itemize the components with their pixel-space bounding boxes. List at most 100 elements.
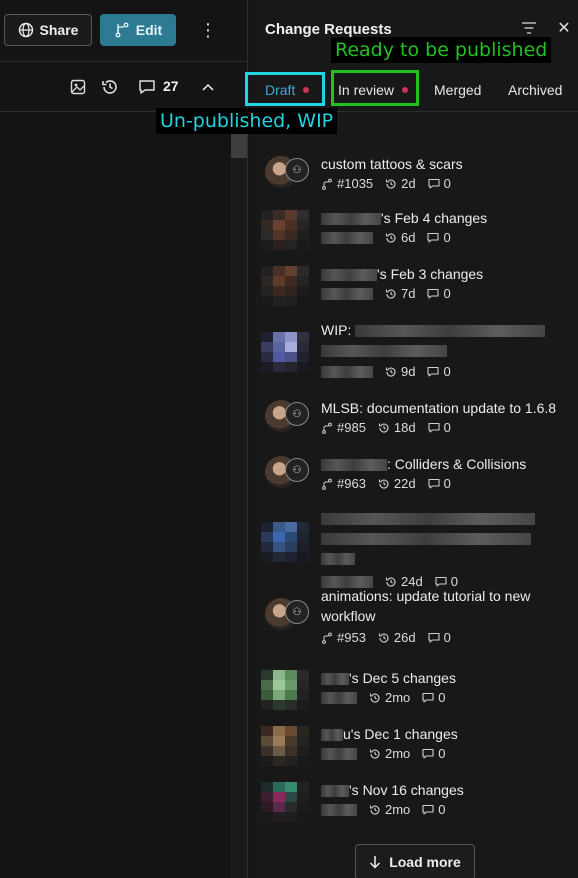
redacted-ref	[321, 691, 357, 704]
pixelated-avatar-image	[261, 726, 309, 766]
pr-number: #985	[321, 420, 366, 435]
globe-icon	[18, 22, 33, 38]
history-icon[interactable]	[99, 76, 121, 98]
more-options-icon[interactable]: ⋮	[196, 18, 220, 42]
avatar	[261, 210, 309, 250]
change-request-meta: #963 22d 0	[321, 476, 451, 491]
comment-count: 0	[427, 230, 451, 245]
change-request-badge-icon: ⚇	[285, 158, 309, 182]
share-label: Share	[39, 22, 79, 38]
change-request-badge-icon: ⚇	[285, 458, 309, 482]
change-request-meta: #953 26d 0	[321, 630, 451, 645]
tab-label: Merged	[434, 82, 482, 98]
avatar	[261, 332, 309, 372]
draft-highlight-box	[245, 72, 325, 106]
change-request-title: custom tattoos & scars	[321, 154, 571, 174]
tab-merged[interactable]: Merged	[434, 70, 481, 110]
change-request-title: WIP:	[321, 320, 571, 360]
comment-count: 0	[422, 746, 446, 761]
change-request-badge-icon: ⚇	[285, 600, 309, 624]
redacted-ref	[321, 365, 373, 378]
share-button[interactable]: Share	[4, 14, 92, 46]
change-request-title: 's Dec 5 changes	[321, 668, 571, 688]
redacted-ref	[321, 231, 373, 244]
in-review-highlight-box	[331, 70, 419, 106]
change-request-meta: #1035 2d 0	[321, 176, 451, 191]
title-text: animations: update tutorial to new workf…	[321, 588, 531, 624]
chevron-up-icon[interactable]	[197, 76, 219, 98]
redacted-ref	[321, 287, 373, 300]
wip-annotation: Un-published, WIP	[156, 108, 338, 134]
avatar	[261, 782, 309, 822]
title-text: 's Nov 16 changes	[349, 782, 464, 798]
change-request-meta: 2mo 0	[321, 802, 446, 817]
pixelated-avatar-image	[261, 670, 309, 710]
comment-icon[interactable]	[136, 76, 158, 98]
scrollbar-track[interactable]	[231, 112, 247, 878]
change-request-title: MLSB: documentation update to 1.6.8	[321, 398, 571, 418]
comment-count: 0	[428, 630, 451, 645]
pixelated-avatar-image	[261, 210, 309, 250]
change-request-title: animations: update tutorial to new workf…	[321, 586, 571, 626]
change-request-meta: #985 18d 0	[321, 420, 451, 435]
change-request-list: ⚇19h0⚇custom tattoos & scars#10352d0's F…	[249, 112, 578, 878]
title-text: 's Dec 5 changes	[349, 670, 456, 686]
change-request-title: 's Feb 3 changes	[321, 264, 571, 284]
branch-icon	[115, 22, 129, 38]
title-text: custom tattoos & scars	[321, 156, 463, 172]
comment-count: 0	[428, 420, 451, 435]
title-text: u's Dec 1 changes	[343, 726, 458, 742]
image-icon[interactable]	[67, 76, 89, 98]
avatar: ⚇	[261, 156, 309, 190]
pr-number: #953	[321, 630, 366, 645]
load-more-label: Load more	[389, 854, 461, 870]
change-request-title: u's Dec 1 changes	[321, 724, 571, 744]
age: 9d	[385, 364, 415, 379]
avatar: ⚇	[261, 400, 309, 434]
avatar	[261, 726, 309, 766]
edit-button[interactable]: Edit	[100, 14, 176, 46]
close-icon[interactable]: ✕	[555, 20, 573, 38]
change-request-badge-icon: ⚇	[285, 402, 309, 426]
comment-count: 0	[428, 476, 451, 491]
comment-count: 0	[427, 364, 451, 379]
pixelated-avatar-image	[261, 782, 309, 822]
comments-count: 27	[163, 78, 179, 94]
change-request-title: : Colliders & Collisions	[321, 454, 571, 474]
comment-count: 0	[422, 690, 446, 705]
load-more-button[interactable]: Load more	[355, 844, 475, 878]
title-text: WIP:	[321, 322, 352, 338]
title-text: MLSB: documentation update to 1.6.8	[321, 400, 557, 416]
change-request-title	[321, 508, 571, 568]
title-text: 's Feb 4 changes	[381, 210, 488, 226]
age: 2mo	[369, 690, 410, 705]
age: 26d	[378, 630, 416, 645]
age: 18d	[378, 420, 416, 435]
pr-number: #963	[321, 476, 366, 491]
pr-number: #1035	[321, 176, 373, 191]
left-toolbar: 27	[0, 62, 248, 112]
comment-count: 0	[422, 802, 446, 817]
comment-count: 0	[427, 286, 451, 301]
change-request-title: 's Nov 16 changes	[321, 780, 571, 800]
pixelated-avatar-image	[261, 332, 309, 372]
change-request-meta: 9d 0	[321, 364, 451, 379]
panel-title: Change Requests	[265, 21, 392, 38]
age: 2mo	[369, 746, 410, 761]
tab-label: Archived	[508, 82, 563, 98]
title-text: 's Feb 3 changes	[377, 266, 484, 282]
arrow-down-icon	[370, 856, 381, 869]
tab-archived[interactable]: Archived	[508, 70, 562, 110]
avatar: ⚇	[261, 456, 309, 490]
avatar	[261, 522, 309, 562]
avatar	[261, 266, 309, 306]
comment-count: 0	[428, 176, 451, 191]
ready-annotation: Ready to be published	[331, 37, 552, 63]
edit-label: Edit	[135, 22, 163, 38]
age: 2mo	[369, 802, 410, 817]
pixelated-avatar-image	[261, 522, 309, 562]
age: 2d	[385, 176, 416, 191]
change-request-meta: 2mo 0	[321, 746, 446, 761]
redacted-ref	[321, 803, 357, 816]
left-header: Share Edit ⋮	[0, 0, 248, 62]
